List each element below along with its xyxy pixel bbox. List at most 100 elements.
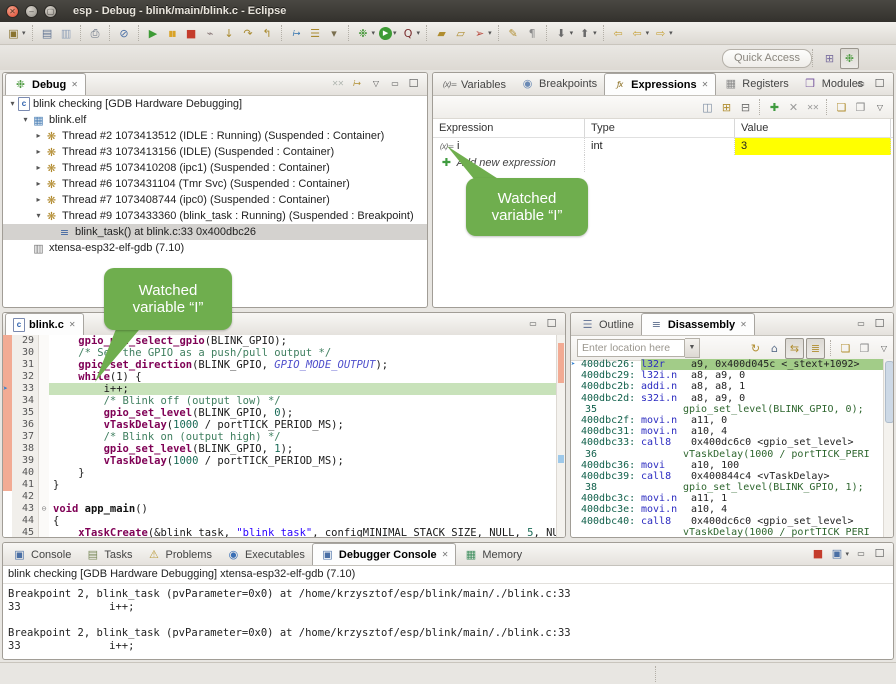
annotation-gutter[interactable] <box>3 335 12 347</box>
tab-disassembly[interactable]: ≡Disassembly✕ <box>641 313 755 335</box>
save-button[interactable]: ▤ <box>39 24 56 43</box>
debug-tree-item[interactable]: ▥xtensa-esp32-elf-gdb (7.10) <box>3 240 427 256</box>
annotation-gutter[interactable] <box>3 419 12 431</box>
remove-expression-button[interactable]: ✕ <box>785 98 802 117</box>
tab-breakpoints[interactable]: ◉Breakpoints <box>513 73 604 94</box>
close-window-button[interactable]: ✕ <box>6 5 19 18</box>
tab-console[interactable]: ▣Console <box>5 544 78 565</box>
tab-memory[interactable]: ▦Memory <box>456 544 529 565</box>
open-c-project-button[interactable]: ▱ <box>452 24 469 43</box>
fold-marker-icon[interactable] <box>39 335 49 347</box>
code-line[interactable]: 35 gpio_set_level(BLINK_GPIO, 0); <box>3 407 565 419</box>
fold-marker-icon[interactable] <box>39 515 49 527</box>
fold-marker-icon[interactable] <box>39 359 49 371</box>
disassembly-listing[interactable]: ➤400dbc26:l32ra9, 0x400d045c <_stext+109… <box>571 359 884 537</box>
debug-tree-item[interactable]: ▸❋Thread #6 1073431104 (Tmr Svc) (Suspen… <box>3 176 427 192</box>
tab-registers[interactable]: ▦Registers <box>716 73 795 94</box>
dropdown-arrow-icon[interactable]: ▾ <box>646 29 650 37</box>
fold-marker-icon[interactable] <box>39 527 49 538</box>
terminate-console-button[interactable]: ■ <box>809 544 826 563</box>
tab-blink-c[interactable]: cblink.c✕ <box>5 313 84 335</box>
code-line[interactable]: 38 gpio_set_level(BLINK_GPIO, 1); <box>3 443 565 455</box>
maximize-view-button[interactable]: ☐ <box>405 74 422 93</box>
dropdown-arrow-icon[interactable]: ▾ <box>22 29 26 37</box>
minimize-window-button[interactable]: – <box>25 5 38 18</box>
home-button[interactable]: ⌂ <box>766 339 783 358</box>
value-cell[interactable]: 3 <box>735 138 891 155</box>
annotation-gutter[interactable] <box>3 407 12 419</box>
collapse-all-button[interactable]: ⊟ <box>737 98 754 117</box>
console-output[interactable]: Breakpoint 2, blink_task (pvParameter=0x… <box>3 584 893 653</box>
tree-twisty-icon[interactable]: ▾ <box>20 112 31 128</box>
dropdown-arrow-icon[interactable]: ▾ <box>570 29 574 37</box>
disassembly-instruction-row[interactable]: 400dbc3c:movi.na11, 1 <box>571 493 884 504</box>
annotation-gutter[interactable] <box>3 431 12 443</box>
code-line[interactable]: 40 } <box>3 467 565 479</box>
debug-tree-item[interactable]: ▸❋Thread #3 1073413156 (IDLE) (Suspended… <box>3 144 427 160</box>
tab-expressions[interactable]: ƒxExpressions✕ <box>604 73 716 95</box>
dropdown-arrow-icon[interactable]: ▾ <box>393 29 397 37</box>
location-dropdown-icon[interactable]: ▼ <box>685 338 700 358</box>
tree-twisty-icon[interactable]: ▸ <box>33 160 44 176</box>
new-c-project-button[interactable]: ▰ <box>433 24 450 43</box>
fold-marker-icon[interactable] <box>39 491 49 503</box>
remove-all-expressions-button[interactable]: ✕✕ <box>804 98 821 117</box>
show-full-paths-button[interactable]: ☰ <box>307 24 324 43</box>
tree-twisty-icon[interactable]: ▸ <box>33 128 44 144</box>
annotation-gutter[interactable]: ➤ <box>3 383 12 395</box>
close-icon[interactable]: ✕ <box>740 320 747 329</box>
debug-tree-item[interactable]: ≡blink_task() at blink.c:33 0x400dbc26 <box>3 224 427 240</box>
tab-outline[interactable]: ☰Outline <box>573 314 641 335</box>
close-icon[interactable]: ✕ <box>702 80 709 89</box>
debug-tree-item[interactable]: ▾▦blink.elf <box>3 112 427 128</box>
save-all-button[interactable]: ▥ <box>58 24 75 43</box>
annotation-gutter[interactable] <box>3 371 12 383</box>
code-line[interactable]: 43⊖void app_main() <box>3 503 565 515</box>
dropdown-arrow-icon[interactable]: ▾ <box>417 29 421 37</box>
debug-tree-item[interactable]: ▸❋Thread #7 1073408744 (ipc0) (Suspended… <box>3 192 427 208</box>
tab-problems[interactable]: ⚠Problems <box>139 544 218 565</box>
fold-marker-icon[interactable] <box>39 347 49 359</box>
column-header[interactable]: Value <box>735 119 891 137</box>
next-annotation-button[interactable]: ⬇▾ <box>553 24 575 43</box>
disassembly-instruction-row[interactable]: ➤400dbc26:l32ra9, 0x400d045c <_stext+109… <box>571 359 884 370</box>
code-line[interactable]: 42 <box>3 491 565 503</box>
disassembly-instruction-row[interactable]: 400dbc29:l32i.na8, a9, 0 <box>571 370 884 381</box>
instruction-stepping-button[interactable]: i→ <box>288 24 305 43</box>
annotation-gutter[interactable] <box>3 527 12 538</box>
dropdown-arrow-icon[interactable]: ▾ <box>669 29 673 37</box>
disassembly-instruction-row[interactable]: 400dbc2b:addi.na8, a8, 1 <box>571 381 884 392</box>
debug-tree-item[interactable]: ▾cblink checking [GDB Hardware Debugging… <box>3 96 427 112</box>
code-line[interactable]: 44{ <box>3 515 565 527</box>
close-icon[interactable]: ✕ <box>71 80 78 89</box>
tree-twisty-icon[interactable]: ▸ <box>33 176 44 192</box>
show-source-button[interactable]: ≣ <box>806 338 825 359</box>
fold-marker-icon[interactable] <box>39 395 49 407</box>
tab-variables[interactable]: (x)=Variables <box>435 74 513 95</box>
fold-marker-icon[interactable] <box>39 419 49 431</box>
annotation-gutter[interactable] <box>3 395 12 407</box>
step-into-button[interactable]: ↓ <box>221 24 238 43</box>
dropdown-arrow-icon[interactable]: ▾ <box>593 29 597 37</box>
terminate-button[interactable]: ■ <box>183 24 200 43</box>
disassembly-source-row[interactable]: 36vTaskDelay(1000 / portTICK_PERI <box>571 449 884 460</box>
skip-all-breakpoints-button[interactable]: ⊘ <box>116 24 133 43</box>
disassembly-source-row[interactable]: 38gpio_set_level(BLINK_GPIO, 1); <box>571 482 884 493</box>
column-header[interactable]: Expression <box>433 119 585 137</box>
display-console-button[interactable]: ▣▾ <box>828 544 850 563</box>
minimize-view-button[interactable]: ▭ <box>852 314 869 333</box>
debug-perspective-button[interactable]: ❉ <box>840 48 859 69</box>
step-over-button[interactable]: ↷ <box>240 24 257 43</box>
maximize-view-button[interactable]: ☐ <box>871 74 888 93</box>
maximize-view-button[interactable]: ☐ <box>871 314 888 333</box>
pin-view-button[interactable]: ❐ <box>856 339 873 358</box>
add-expression-button[interactable]: ✚ <box>766 98 783 117</box>
dropdown-arrow-icon[interactable]: ▾ <box>845 550 849 558</box>
maximize-view-button[interactable]: ☐ <box>871 544 888 563</box>
tree-twisty-icon[interactable]: ▾ <box>7 96 18 112</box>
step-return-button[interactable]: ↰ <box>259 24 276 43</box>
close-icon[interactable]: ✕ <box>442 550 449 559</box>
annotation-gutter[interactable] <box>3 455 12 467</box>
view-menu-button[interactable]: ▽ <box>875 339 892 358</box>
disassembly-source-row[interactable]: 35gpio_set_level(BLINK_GPIO, 0); <box>571 404 884 415</box>
